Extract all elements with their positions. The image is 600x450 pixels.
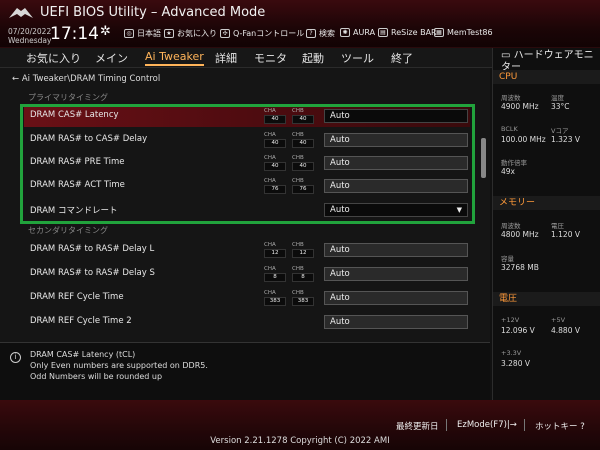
header-bar: UEFI BIOS Utility – Advanced Mode 07/20/… <box>0 0 600 48</box>
clock-display: 17:14 <box>50 24 99 44</box>
globe-icon: ◎ <box>124 29 134 38</box>
help-text-line-1: Only Even numbers are supported on DDR5. <box>30 361 208 370</box>
mem-capacity-label: 容量 <box>501 255 514 263</box>
dram-ref-cycle-time-row[interactable]: DRAM REF Cycle Time CHA 383 CHB 383 Auto <box>24 287 470 309</box>
v12-label: +12V <box>501 316 520 324</box>
last-modified-button[interactable]: 最終更新日 <box>396 420 439 432</box>
dram-ras-to-ras-delay-s-input[interactable]: Auto <box>324 267 468 281</box>
menu-ai-tweaker[interactable]: Ai Tweaker <box>145 50 204 66</box>
menu-monitor[interactable]: モニタ <box>254 50 287 66</box>
bclk-value: 100.00 MHz <box>501 135 546 144</box>
resize-bar-button[interactable]: ▤ ReSize BAR <box>378 28 437 37</box>
cha-value: CHA 383 <box>264 290 288 306</box>
menu-main[interactable]: メイン <box>95 50 128 66</box>
cpu-temp-label: 温度 <box>551 94 564 102</box>
app-title: UEFI BIOS Utility – Advanced Mode <box>40 5 266 20</box>
hotkey-button[interactable]: ホットキー ? <box>535 420 585 432</box>
chb-value: CHB 8 <box>292 266 316 282</box>
menu-advanced[interactable]: 詳細 <box>215 50 237 66</box>
cha-value: CHA 12 <box>264 242 288 258</box>
row-label: DRAM RAS# to RAS# Delay S <box>30 268 155 278</box>
menu-boot[interactable]: 起動 <box>302 50 324 66</box>
v5-label: +5V <box>551 316 566 324</box>
dram-ras-to-ras-delay-l-input[interactable]: Auto <box>324 243 468 257</box>
dram-ras-to-ras-delay-s-row[interactable]: DRAM RAS# to RAS# Delay S CHA 8 CHB 8 Auto <box>24 263 470 285</box>
rog-logo-icon <box>9 8 33 18</box>
language-button[interactable]: ◎ 日本語 <box>124 28 161 39</box>
row-label: DRAM REF Cycle Time <box>30 292 124 302</box>
menu-tool[interactable]: ツール <box>341 50 374 66</box>
question-icon: ? <box>306 29 316 38</box>
info-icon: i <box>10 352 21 363</box>
back-arrow-icon[interactable]: ← <box>12 74 19 84</box>
primary-timing-heading: プライマリタイミング <box>28 93 108 102</box>
menu-favorites[interactable]: お気に入り <box>26 50 81 66</box>
footer-bar: 最終更新日 EzMode(F7)|→ ホットキー ? Version 2.21.… <box>0 400 600 450</box>
help-panel: i DRAM CAS# Latency (tCL) Only Even numb… <box>0 342 490 400</box>
footer-divider <box>524 419 525 431</box>
bclk-label: BCLK <box>501 125 518 133</box>
aura-icon: ✺ <box>340 28 350 37</box>
menu-exit[interactable]: 終了 <box>391 50 413 66</box>
vcore-label: Vコア <box>551 127 569 135</box>
hardware-monitor-panel: ▭ ハードウェアモニター CPU 周波数 4900 MHz 温度 33°C BC… <box>492 48 600 400</box>
cpu-freq-value: 4900 MHz <box>501 102 539 111</box>
ezmode-button[interactable]: EzMode(F7)|→ <box>457 420 517 430</box>
dram-ref-cycle-time-2-row[interactable]: DRAM REF Cycle Time 2 Auto <box>24 311 470 333</box>
highlight-box <box>20 104 475 224</box>
memory-section-heading: メモリー <box>493 196 600 210</box>
v33-label: +3.3V <box>501 349 522 357</box>
vcore-value: 1.323 V <box>551 135 580 144</box>
monitor-icon: ▭ <box>501 50 511 61</box>
dram-ref-cycle-time-input[interactable]: Auto <box>324 291 468 305</box>
secondary-timing-heading: セカンダリタイミング <box>28 226 108 235</box>
date-display: 07/20/2022 Wednesday <box>8 27 52 45</box>
scrollbar-thumb[interactable] <box>481 138 486 178</box>
chb-value: CHB 383 <box>292 290 316 306</box>
star-icon: ★ <box>164 29 174 38</box>
copyright-text: Version 2.21.1278 Copyright (C) 2022 AMI <box>210 436 390 446</box>
help-title: DRAM CAS# Latency (tCL) <box>30 350 136 359</box>
resize-bar-icon: ▤ <box>378 28 388 37</box>
chb-value: CHB 12 <box>292 242 316 258</box>
cpu-freq-label: 周波数 <box>501 94 521 102</box>
mem-capacity-value: 32768 MB <box>501 263 539 272</box>
favorites-button[interactable]: ★ お気に入り <box>164 28 217 39</box>
mem-volt-label: 電圧 <box>551 222 564 230</box>
v33-value: 3.280 V <box>501 359 530 368</box>
mem-freq-value: 4800 MHz <box>501 230 539 239</box>
memtest86-button[interactable]: ▦ MemTest86 <box>434 28 493 37</box>
v12-value: 12.096 V <box>501 326 535 335</box>
fan-icon: ✣ <box>220 29 230 38</box>
clock-settings-gear-icon[interactable]: ✲ <box>100 24 111 39</box>
footer-divider <box>446 419 447 431</box>
cha-value: CHA 8 <box>264 266 288 282</box>
qfan-control-button[interactable]: ✣ Q-Fanコントロール <box>220 28 304 39</box>
dram-ras-to-ras-delay-l-row[interactable]: DRAM RAS# to RAS# Delay L CHA 12 CHB 12 Au… <box>24 239 470 261</box>
breadcrumb[interactable]: ← Ai Tweaker\DRAM Timing Control <box>12 74 160 84</box>
row-label: DRAM RAS# to RAS# Delay L <box>30 244 155 254</box>
help-text-line-2: Odd Numbers will be rounded up <box>30 372 163 381</box>
memtest-icon: ▦ <box>434 28 444 37</box>
ratio-label: 動作倍率 <box>501 159 527 167</box>
voltage-section-heading: 電圧 <box>493 292 600 306</box>
dram-ref-cycle-time-2-input[interactable]: Auto <box>324 315 468 329</box>
search-button[interactable]: ? 検索 <box>306 28 335 39</box>
cpu-temp-value: 33°C <box>551 102 570 111</box>
aura-button[interactable]: ✺ AURA <box>340 28 375 37</box>
row-label: DRAM REF Cycle Time 2 <box>30 316 132 326</box>
cpu-section-heading: CPU <box>493 70 600 84</box>
mem-freq-label: 周波数 <box>501 222 521 230</box>
mem-volt-value: 1.120 V <box>551 230 580 239</box>
ratio-value: 49x <box>501 167 515 176</box>
v5-value: 4.880 V <box>551 326 580 335</box>
